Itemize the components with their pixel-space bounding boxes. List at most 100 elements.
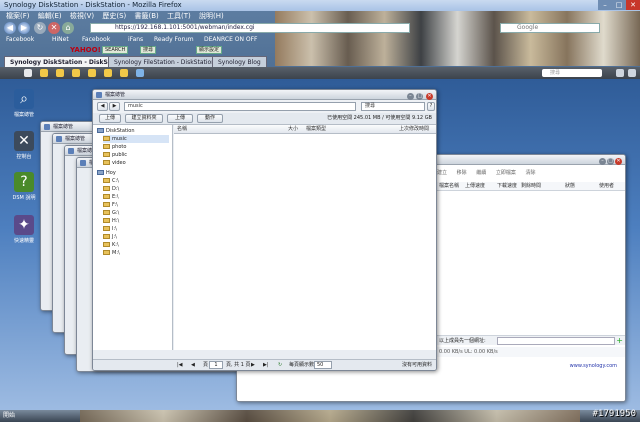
file-station-icon[interactable] bbox=[88, 69, 96, 77]
minimize-icon[interactable]: – bbox=[406, 93, 414, 100]
tab-filestation[interactable]: Synology FileStation - DiskStation bbox=[108, 56, 222, 67]
close-button[interactable]: ✕ bbox=[626, 0, 640, 10]
menu-view[interactable]: 檢視(V) bbox=[70, 11, 94, 21]
download-now-button[interactable]: 立即檔案 bbox=[496, 170, 516, 176]
tree-node-photo[interactable]: photo bbox=[103, 143, 126, 151]
file-station-icon[interactable] bbox=[56, 69, 64, 77]
menu-tools[interactable]: 工具(T) bbox=[167, 11, 191, 21]
synology-link[interactable]: www.synology.com bbox=[570, 363, 617, 369]
tree-node-pc[interactable]: Hoy bbox=[97, 169, 116, 177]
download-station-icon[interactable] bbox=[136, 69, 144, 77]
menu-bookmarks[interactable]: 書籤(B) bbox=[135, 11, 159, 21]
tree-node-drive[interactable]: G:\ bbox=[103, 209, 119, 217]
tree-node-diskstation[interactable]: DiskStation bbox=[97, 127, 135, 135]
toolbar-settings-button[interactable]: 顯示設定 bbox=[196, 46, 223, 54]
tree-node-drive[interactable]: E:\ bbox=[103, 193, 119, 201]
help-button[interactable]: ? bbox=[427, 102, 435, 111]
column-status[interactable]: 狀態 bbox=[565, 182, 575, 191]
toolbar-search-button[interactable]: 搜尋 bbox=[140, 46, 157, 54]
column-size[interactable]: 大小 bbox=[288, 125, 298, 134]
user-icon[interactable] bbox=[616, 69, 624, 77]
back-button[interactable]: ◀ bbox=[97, 102, 108, 111]
start-button[interactable]: 開始 bbox=[0, 411, 20, 421]
resume-button[interactable]: 繼續 bbox=[476, 170, 486, 176]
url-entry[interactable] bbox=[497, 337, 615, 345]
column-user[interactable]: 使用者 bbox=[599, 182, 614, 191]
path-field[interactable]: music bbox=[124, 102, 356, 111]
home-icon[interactable] bbox=[24, 69, 32, 77]
column-download-speed[interactable]: 下載速度 bbox=[497, 182, 517, 191]
forward-icon[interactable]: ▶ bbox=[18, 22, 30, 34]
create-folder-button[interactable]: 建立資料夾 bbox=[125, 114, 163, 123]
back-icon[interactable]: ◀ bbox=[4, 22, 16, 34]
reload-icon[interactable]: ↻ bbox=[34, 22, 46, 34]
next-page-icon[interactable]: ▶ bbox=[251, 361, 255, 370]
file-station-icon[interactable] bbox=[120, 69, 128, 77]
desktop-icon-file-station[interactable]: ⌕ 檔案總管 bbox=[10, 89, 38, 118]
url-input[interactable]: https://192.168.1.101:5001/webman/index.… bbox=[90, 23, 410, 33]
maximize-icon[interactable]: □ bbox=[416, 93, 424, 100]
file-station-window[interactable]: 檔案總管 – □ ✕ ◀ ▶ music 搜尋 ? 上傳 建立資料夾 上傳 動作… bbox=[92, 89, 437, 371]
column-remaining-time[interactable]: 剩餘時間 bbox=[521, 182, 541, 191]
bookmark-item[interactable]: iFans bbox=[128, 35, 143, 45]
column-modified[interactable]: 上次修改時間 bbox=[399, 125, 429, 134]
dsm-search-input[interactable]: 搜尋 bbox=[542, 69, 602, 77]
tree-node-music[interactable]: music bbox=[103, 135, 169, 143]
file-station-icon[interactable] bbox=[40, 69, 48, 77]
close-icon[interactable]: ✕ bbox=[426, 93, 433, 100]
search-input[interactable]: Google bbox=[500, 23, 600, 33]
menu-help[interactable]: 說明(H) bbox=[199, 11, 224, 21]
last-page-icon[interactable]: ▶| bbox=[263, 361, 269, 370]
page-input[interactable]: 1 bbox=[209, 361, 223, 369]
tree-node-drive[interactable]: K:\ bbox=[103, 241, 119, 249]
stop-icon[interactable]: ✕ bbox=[48, 22, 60, 34]
bookmark-item[interactable]: Facebook bbox=[82, 35, 110, 45]
first-page-icon[interactable]: |◀ bbox=[177, 361, 183, 370]
prev-page-icon[interactable]: ◀ bbox=[191, 361, 195, 370]
tree-node-drive[interactable]: D:\ bbox=[103, 185, 119, 193]
yahoo-search-button[interactable]: SEARCH bbox=[102, 46, 129, 54]
tree-node-video[interactable]: video bbox=[103, 159, 126, 167]
file-station-icon[interactable] bbox=[104, 69, 112, 77]
refresh-icon[interactable]: ↻ bbox=[278, 361, 282, 370]
tree-node-public[interactable]: public bbox=[103, 151, 127, 159]
search-field[interactable]: 搜尋 bbox=[361, 102, 425, 111]
tree-node-drive[interactable]: J:\ bbox=[103, 233, 117, 241]
menu-file[interactable]: 檔案(F) bbox=[6, 11, 30, 21]
window-titlebar[interactable]: 檔案總管 – □ ✕ bbox=[93, 90, 436, 100]
column-upload-speed[interactable]: 上傳速度 bbox=[465, 182, 485, 191]
remove-button[interactable]: 移除 bbox=[457, 170, 467, 176]
minimize-button[interactable]: – bbox=[598, 0, 612, 10]
bookmark-item[interactable]: DEANRCE ON OFF bbox=[204, 35, 258, 45]
desktop-icon-dsm-help[interactable]: ? DSM 說明 bbox=[10, 172, 38, 201]
forward-button[interactable]: ▶ bbox=[109, 102, 120, 111]
upload-button[interactable]: 上傳 bbox=[99, 114, 121, 123]
tree-node-drive[interactable]: H:\ bbox=[103, 217, 119, 225]
bookmark-item[interactable]: Ready Forum bbox=[154, 35, 194, 45]
menu-edit[interactable]: 編輯(E) bbox=[38, 11, 62, 21]
tree-node-drive[interactable]: M:\ bbox=[103, 249, 120, 257]
maximize-button[interactable]: □ bbox=[612, 0, 626, 10]
menu-history[interactable]: 歷史(S) bbox=[102, 11, 126, 21]
home-icon[interactable]: ⌂ bbox=[62, 22, 74, 34]
tree-node-drive[interactable]: F:\ bbox=[103, 201, 118, 209]
bookmark-item[interactable]: Facebook bbox=[6, 35, 34, 45]
upload-menu-button[interactable]: 上傳 bbox=[167, 114, 193, 123]
bookmark-item[interactable]: HiNet bbox=[52, 35, 69, 45]
taskbar-background-photo bbox=[80, 410, 580, 422]
clear-button[interactable]: 清除 bbox=[525, 170, 535, 176]
logout-icon[interactable] bbox=[628, 69, 636, 77]
column-type[interactable]: 檔案類型 bbox=[306, 125, 326, 134]
tree-node-drive[interactable]: I:\ bbox=[103, 225, 117, 233]
action-menu-button[interactable]: 動作 bbox=[197, 114, 223, 123]
desktop-icon-quick-wizard[interactable]: ✦ 快速精靈 bbox=[10, 215, 38, 244]
tree-node-drive[interactable]: C:\ bbox=[103, 177, 119, 185]
column-name[interactable]: 名稱 bbox=[177, 125, 187, 134]
tab-synology-blog[interactable]: Synology Blog bbox=[212, 56, 267, 67]
file-station-icon[interactable] bbox=[72, 69, 80, 77]
add-icon[interactable]: + bbox=[616, 336, 623, 346]
create-button[interactable]: 建立 bbox=[437, 170, 447, 176]
column-filename[interactable]: 檔案名稱 bbox=[439, 182, 459, 191]
per-page-select[interactable]: 50 bbox=[314, 361, 332, 369]
desktop-icon-control-panel[interactable]: ✕ 控制台 bbox=[10, 131, 38, 160]
